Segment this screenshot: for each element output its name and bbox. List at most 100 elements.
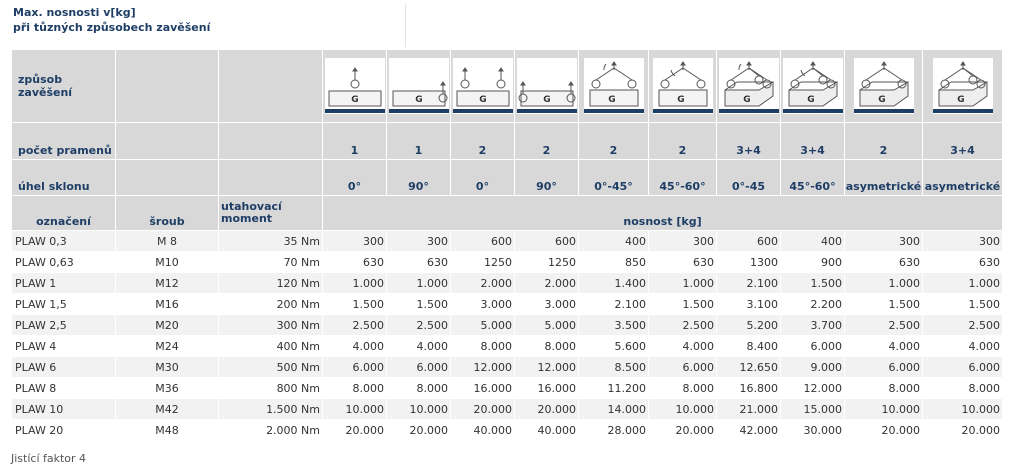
safety-factor-note: Jistící faktor 4 <box>11 452 87 465</box>
capacity-cell: 6.000 <box>323 357 386 377</box>
capacity-cell: 6.000 <box>387 357 450 377</box>
angle-value: 0° <box>323 160 386 195</box>
capacity-cell: 20.000 <box>845 420 922 440</box>
capacity-cell: 8.400 <box>717 336 780 356</box>
single-side-hook-icon: G <box>388 81 449 113</box>
capacity-cell: 8.500 <box>579 357 648 377</box>
angle-empty-cell <box>116 160 218 195</box>
title-line-2: při tůzných způsobech zavěšení <box>13 21 211 34</box>
torque-cell: 800 Nm <box>219 378 322 398</box>
method-empty-cell <box>116 50 218 122</box>
capacity-cell: 12.000 <box>515 357 578 377</box>
table-row: PLAW 0,63 M10 70 Nm 630 630 1250 1250 850 630 130… <box>12 252 1002 272</box>
strands-row: počet pramenů 1 1 2 2 2 2 3+4 3+4 2 3+4 <box>12 123 1002 159</box>
capacity-cell: 20.000 <box>323 420 386 440</box>
capacity-cell: 4.000 <box>323 336 386 356</box>
capacity-cell: 6.000 <box>923 357 1002 377</box>
capacity-cell: 300 <box>387 231 450 251</box>
capacity-cell: 20.000 <box>451 399 514 419</box>
capacity-cell: 1.000 <box>323 273 386 293</box>
bolt-cell: M 8 <box>116 231 218 251</box>
capacity-cell: 4.000 <box>845 336 922 356</box>
strands-value: 3+4 <box>717 123 780 159</box>
capacity-cell: 10.000 <box>845 399 922 419</box>
capacity-cell: 300 <box>845 231 922 251</box>
torque-cell: 400 Nm <box>219 336 322 356</box>
capacity-cell: 20.000 <box>649 420 716 440</box>
column-headers-row: označení šroub utahovací moment nosnost … <box>12 196 1002 230</box>
strands-label: počet pramenů <box>12 123 115 159</box>
capacity-header: nosnost [kg] <box>323 196 1002 230</box>
capacity-cell: 2.500 <box>923 315 1002 335</box>
sling-icon-tile: G <box>516 58 577 114</box>
capacity-cell: 42.000 <box>717 420 780 440</box>
bolt-cell: M42 <box>116 399 218 419</box>
capacity-cell: 3.100 <box>717 294 780 314</box>
single-vertical-hook-icon: G <box>324 67 385 113</box>
capacity-cell: 630 <box>387 252 450 272</box>
capacity-cell: 2.200 <box>781 294 844 314</box>
capacity-cell: 2.000 <box>451 273 514 293</box>
strands-value: 2 <box>451 123 514 159</box>
method-icon-cell: G <box>323 50 386 122</box>
angle-value: 90° <box>387 160 450 195</box>
capacity-cell: 1.500 <box>323 294 386 314</box>
capacity-cell: 1250 <box>515 252 578 272</box>
capacity-cell: 600 <box>451 231 514 251</box>
svg-text:G: G <box>351 95 358 105</box>
strands-value: 3+4 <box>923 123 1002 159</box>
method-icon-cell: G <box>515 50 578 122</box>
table-row: PLAW 6 M30 500 Nm 6.000 6.000 12.000 12.000 8.5… <box>12 357 1002 377</box>
method-label: způsob zavěšení <box>12 50 115 122</box>
capacity-cell: 2.500 <box>845 315 922 335</box>
torque-cell: 1.500 Nm <box>219 399 322 419</box>
method-row: způsob zavěšení G G G G G G G G G G <box>12 50 1002 122</box>
capacity-cell: 2.500 <box>387 315 450 335</box>
capacity-cell: 1.400 <box>579 273 648 293</box>
method-empty-cell <box>219 50 322 122</box>
angle-value: 0°-45 <box>717 160 780 195</box>
torque-cell: 70 Nm <box>219 252 322 272</box>
capacity-cell: 3.000 <box>515 294 578 314</box>
bolt-cell: M20 <box>116 315 218 335</box>
strands-empty-cell <box>219 123 322 159</box>
capacity-cell: 8.000 <box>649 378 716 398</box>
svg-text:G: G <box>479 95 486 105</box>
angle-value: 0°-45° <box>579 160 648 195</box>
capacity-cell: 1.500 <box>781 273 844 293</box>
capacity-cell: 5.000 <box>515 315 578 335</box>
capacity-cell: 400 <box>781 231 844 251</box>
method-icon-cell: G <box>649 50 716 122</box>
designation-cell: PLAW 4 <box>12 336 115 356</box>
designation-header: označení <box>12 196 115 230</box>
table-row: PLAW 4 M24 400 Nm 4.000 4.000 8.000 8.000 5.600… <box>12 336 1002 356</box>
multi-leg-asymmetric-sling-icon: G <box>932 61 993 113</box>
strands-value: 2 <box>845 123 922 159</box>
capacity-cell: 1300 <box>717 252 780 272</box>
method-icon-cell: G <box>387 50 450 122</box>
strands-value: 2 <box>515 123 578 159</box>
capacity-cell: 630 <box>649 252 716 272</box>
capacity-cell: 6.000 <box>781 336 844 356</box>
sling-icon-tile: G <box>853 58 914 114</box>
bolt-cell: M36 <box>116 378 218 398</box>
capacity-table-body: PLAW 0,3 M 8 35 Nm 300 300 600 600 400 300 600 400… <box>12 231 1002 440</box>
capacity-cell: 1.000 <box>923 273 1002 293</box>
torque-cell: 120 Nm <box>219 273 322 293</box>
bolt-cell: M24 <box>116 336 218 356</box>
bolt-cell: M10 <box>116 252 218 272</box>
svg-text:G: G <box>543 95 550 105</box>
sling-icon-tile: G <box>452 58 513 114</box>
capacity-cell: 2.500 <box>323 315 386 335</box>
method-icon-cell: G <box>717 50 780 122</box>
strands-value: 1 <box>387 123 450 159</box>
torque-cell: 2.000 Nm <box>219 420 322 440</box>
capacity-cell: 5.000 <box>451 315 514 335</box>
capacity-cell: 2.100 <box>579 294 648 314</box>
designation-cell: PLAW 2,5 <box>12 315 115 335</box>
torque-cell: 300 Nm <box>219 315 322 335</box>
capacity-cell: 40.000 <box>515 420 578 440</box>
capacity-cell: 600 <box>515 231 578 251</box>
capacity-cell: 400 <box>579 231 648 251</box>
capacity-cell: 12.000 <box>781 378 844 398</box>
